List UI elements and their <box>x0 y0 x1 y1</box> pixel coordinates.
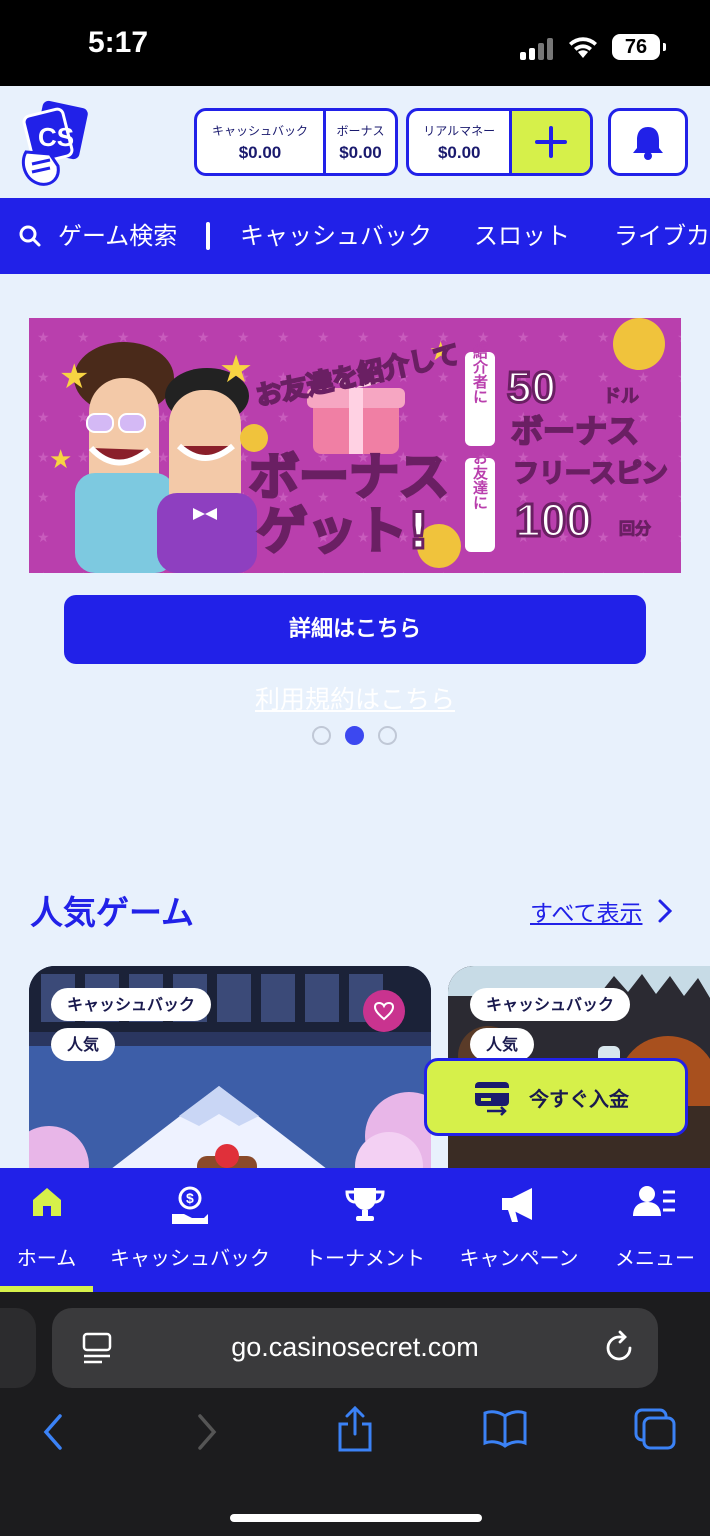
balance-widget[interactable]: キャッシュバック $0.00 ボーナス $0.00 <box>194 108 398 176</box>
notifications-button[interactable] <box>608 108 688 176</box>
svg-text:$: $ <box>186 1190 194 1206</box>
tabs-icon[interactable] <box>634 1408 678 1450</box>
bottom-nav: ホーム $ キャッシュバック トーナメント キャンペーン メニュー <box>0 1168 710 1292</box>
nav-tournament-label: トーナメント <box>305 1246 425 1270</box>
nav-menu-label: メニュー <box>615 1246 695 1270</box>
address-bar[interactable]: go.casinosecret.com <box>52 1308 658 1388</box>
banner-referrer-label: 紹介者に <box>471 343 489 404</box>
terms-link[interactable]: 利用規約はこちら <box>0 680 710 716</box>
card-transfer-icon <box>475 1082 509 1116</box>
url-text: go.casinosecret.com <box>231 1332 479 1362</box>
nav-campaign[interactable]: キャンペーン <box>450 1168 588 1292</box>
bookmarks-icon[interactable] <box>482 1408 528 1448</box>
real-money-label: リアルマネー <box>423 123 496 138</box>
banner-friend-amount: 100 <box>515 494 592 546</box>
user-menu-icon <box>633 1186 675 1216</box>
nav-menu[interactable]: メニュー <box>600 1168 710 1292</box>
plus-icon <box>535 126 568 158</box>
wifi-icon <box>569 37 597 58</box>
svg-text:★: ★ <box>49 445 72 475</box>
nav-cashback-label: キャッシュバック <box>110 1246 270 1270</box>
game-search-button[interactable]: ゲーム検索 <box>58 198 177 274</box>
battery-icon: 76 <box>612 34 666 60</box>
carousel-dot[interactable] <box>312 726 331 745</box>
svg-text:★: ★ <box>59 357 89 397</box>
trophy-icon <box>345 1188 385 1221</box>
banner-headline-main: ボーナス <box>249 448 449 506</box>
nav-campaign-label: キャンペーン <box>459 1246 579 1270</box>
banner-referrer-unit: ドル <box>603 386 639 407</box>
bonus-balance: ボーナス $0.00 <box>323 111 395 173</box>
card-tag-popular: 人気 <box>51 1028 116 1061</box>
category-live[interactable]: ライブカ <box>614 198 710 274</box>
bonus-balance-label: ボーナス <box>336 123 385 138</box>
see-all-link[interactable]: すべて表示 <box>530 894 642 928</box>
home-indicator <box>230 1514 482 1522</box>
status-time: 5:17 <box>88 26 149 59</box>
previous-tab-preview[interactable] <box>0 1308 36 1388</box>
category-slots[interactable]: スロット <box>474 198 570 274</box>
home-icon <box>32 1188 61 1216</box>
carousel-dot[interactable] <box>378 726 397 745</box>
nav-home-label: ホーム <box>16 1246 77 1270</box>
deposit-now-label: 今すぐ入金 <box>529 1086 629 1111</box>
cashback-hand-icon: $ <box>172 1186 208 1224</box>
svg-text:CS: CS <box>38 122 74 152</box>
share-icon[interactable] <box>336 1404 374 1454</box>
real-money-value: $0.00 <box>437 142 481 162</box>
banner-friend-reward: フリースピン <box>513 459 668 489</box>
svg-text:★: ★ <box>219 347 253 391</box>
nav-tournament[interactable]: トーナメント <box>296 1168 434 1292</box>
banner-art: ★ ★ ★ ★ ★ <box>29 318 681 573</box>
category-nav: ゲーム検索 キャッシュバック スロット ライブカ <box>0 198 710 274</box>
chevron-right-icon[interactable] <box>656 898 674 924</box>
heart-icon <box>373 1001 395 1021</box>
search-icon[interactable] <box>18 224 42 248</box>
browser-toolbar: go.casinosecret.com <box>0 1292 710 1536</box>
page: CS キャッシュバック $0.00 ボーナス $0.00 リアルマネー $0.0… <box>0 86 710 1292</box>
nav-cashback[interactable]: $ キャッシュバック <box>100 1168 280 1292</box>
forward-icon[interactable] <box>194 1412 220 1452</box>
cashback-balance: キャッシュバック $0.00 <box>197 111 323 173</box>
real-money-widget[interactable]: リアルマネー $0.00 <box>406 108 593 176</box>
add-funds-button[interactable] <box>509 111 590 173</box>
banner-friend-unit: 回分 <box>619 519 651 538</box>
back-icon[interactable] <box>40 1412 66 1452</box>
banner-referrer-amount: 50 <box>507 363 556 412</box>
banner-headline-sub: ゲット! <box>257 502 430 560</box>
bonus-balance-value: $0.00 <box>339 142 382 162</box>
bell-icon <box>633 127 663 160</box>
favorite-button[interactable] <box>363 990 405 1032</box>
signal-icon <box>520 38 554 60</box>
real-money-balance: リアルマネー $0.00 <box>409 111 509 173</box>
banner-friend-label: お友達に <box>471 450 489 510</box>
reload-icon[interactable] <box>602 1328 636 1364</box>
banner-referrer-reward: ボーナス <box>511 412 639 450</box>
card-tag-cashback: キャッシュバック <box>470 988 631 1021</box>
promo-banner[interactable]: ★ ★ ★ ★ ★ <box>29 318 681 573</box>
carousel-indicator <box>312 726 397 745</box>
casino-secret-logo[interactable]: CS <box>20 100 90 188</box>
megaphone-icon <box>502 1188 532 1222</box>
site-header: CS キャッシュバック $0.00 ボーナス $0.00 リアルマネー $0.0… <box>0 86 710 198</box>
card-tag-popular: 人気 <box>470 1028 535 1061</box>
nav-divider <box>206 222 210 250</box>
cashback-balance-value: $0.00 <box>238 142 282 162</box>
carousel-dot-active[interactable] <box>345 726 364 745</box>
section-title: 人気ゲーム <box>30 893 195 932</box>
category-cashback[interactable]: キャッシュバック <box>240 198 432 274</box>
promo-detail-button[interactable]: 詳細はこちら <box>64 595 646 664</box>
status-bar: 5:17 76 <box>0 0 710 86</box>
deposit-now-button[interactable]: 今すぐ入金 <box>424 1058 688 1136</box>
nav-home[interactable]: ホーム <box>0 1168 93 1292</box>
cashback-balance-label: キャッシュバック <box>211 123 308 138</box>
card-tag-cashback: キャッシュバック <box>51 988 212 1021</box>
